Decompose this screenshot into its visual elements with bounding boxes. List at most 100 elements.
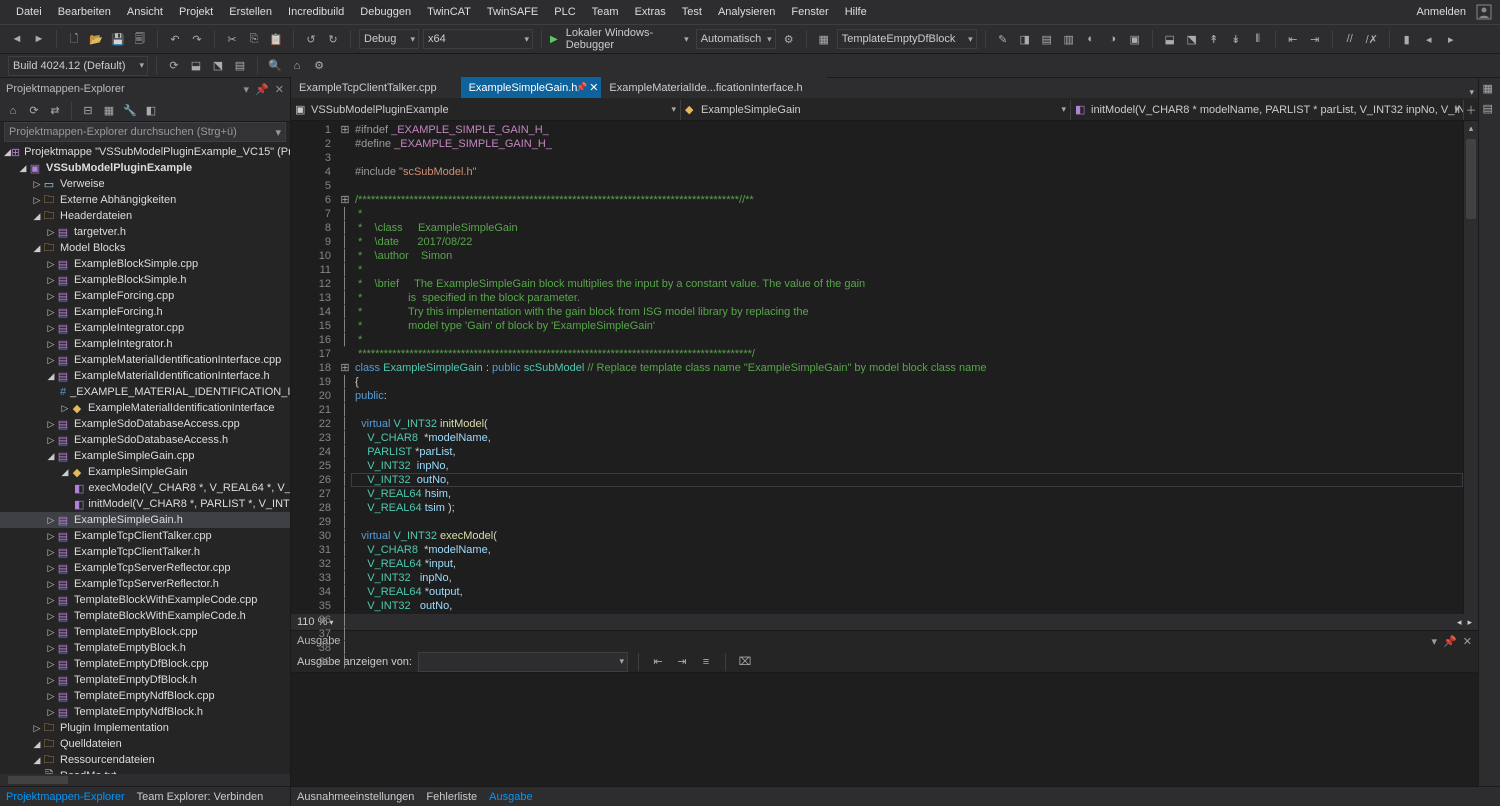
tree-item[interactable]: ▷▤ExampleIntegrator.h [0,336,290,352]
chevron-icon[interactable]: ▷ [32,195,42,206]
tool-c[interactable]: ▤ [1038,30,1056,48]
menu-ansicht[interactable]: Ansicht [119,0,171,24]
refresh-icon[interactable]: ⟳ [25,102,43,120]
solution-tree[interactable]: ◢⊞Projektmappe "VSSubModelPluginExample_… [0,142,290,774]
chevron-icon[interactable]: ▷ [46,595,56,606]
bottom-tab[interactable]: Ausnahmeeinstellungen [297,791,414,803]
menu-bearbeiten[interactable]: Bearbeiten [50,0,119,24]
nav-fwd-icon[interactable]: ► [30,30,48,48]
tree-item[interactable]: ◧initModel(V_CHAR8 *, PARLIST *, V_INT32… [0,496,290,512]
chevron-icon[interactable]: ▷ [60,403,70,414]
chevron-icon[interactable]: ▷ [46,355,56,366]
chevron-icon[interactable]: ▷ [46,627,56,638]
build-combo[interactable]: Build 4024.12 (Default) [8,56,148,76]
chevron-icon[interactable]: ◢ [32,243,42,254]
comment-icon[interactable]: // [1341,30,1359,48]
redo-icon[interactable]: ↷ [188,30,206,48]
chevron-icon[interactable]: ◢ [46,451,56,462]
tc-tool-1[interactable]: ⟳ [165,57,183,75]
tc-tool-7[interactable]: ⚙ [310,57,328,75]
panel-close-icon[interactable]: ✕ [275,83,284,96]
explorer-search[interactable]: Projektmappen-Explorer durchsuchen (Strg… [4,122,286,142]
chevron-icon[interactable]: ▷ [46,579,56,590]
tree-item[interactable]: ◧execModel(V_CHAR8 *, V_REAL64 *, V_INT3… [0,480,290,496]
chevron-icon[interactable]: ▷ [46,563,56,574]
nav-class-combo[interactable]: ◆ ExampleSimpleGain [681,100,1071,120]
properties-icon[interactable]: 🔧 [121,102,139,120]
sync-icon[interactable]: ⇄ [46,102,64,120]
tool-e[interactable]: ◐ [1082,30,1100,48]
nav-back-icon[interactable]: ◄ [8,30,26,48]
chevron-icon[interactable]: ▷ [46,643,56,654]
output-dropdown-icon[interactable]: ▾ [1432,635,1438,648]
tc-tool-5[interactable]: 🔍 [266,57,284,75]
tree-item[interactable]: ◢▤ExampleMaterialIdentificationInterface… [0,368,290,384]
menu-datei[interactable]: Datei [8,0,50,24]
chevron-icon[interactable]: ▷ [46,659,56,670]
file-tab[interactable]: ExampleTcpClientTalker.cpp [291,77,461,98]
tree-item[interactable]: ◢🗀Ressourcendateien [0,752,290,768]
chevron-icon[interactable]: ▷ [46,531,56,542]
tc-icon-1[interactable]: ▦ [815,30,833,48]
menu-analysieren[interactable]: Analysieren [710,0,783,24]
tc-tool-3[interactable]: ⬔ [209,57,227,75]
template-combo[interactable]: TemplateEmptyDfBlock [837,29,977,49]
file-tab[interactable]: ExampleSimpleGain.h📌✕ [461,77,602,98]
user-icon[interactable] [1476,4,1492,20]
bm-next-icon[interactable]: ▸ [1442,30,1460,48]
chevron-icon[interactable]: ◢ [32,211,42,222]
tree-item[interactable]: ▷▤TemplateEmptyBlock.h [0,640,290,656]
chevron-icon[interactable]: ▷ [46,227,56,238]
debugger-combo[interactable]: Lokaler Windows-Debugger [562,29,692,49]
tree-item[interactable]: ▷▤ExampleForcing.h [0,304,290,320]
tc-tool-2[interactable]: ⬓ [187,57,205,75]
tree-item[interactable]: ▷▤ExampleSdoDatabaseAccess.h [0,432,290,448]
tree-item[interactable]: ▷▤ExampleTcpClientTalker.h [0,544,290,560]
new-file-icon[interactable]: 🗋 [65,30,83,48]
vertical-scrollbar[interactable]: ▴ [1463,121,1478,614]
cut-icon[interactable]: ✂ [223,30,241,48]
login-link[interactable]: Anmelden [1410,6,1472,18]
menu-twincat[interactable]: TwinCAT [419,0,479,24]
copy-icon[interactable]: ⎘ [245,30,263,48]
nav-plus-icon[interactable]: ＋ [1464,102,1478,118]
menu-hilfe[interactable]: Hilfe [837,0,875,24]
chevron-icon[interactable]: ▷ [46,275,56,286]
paste-icon[interactable]: 📋 [267,30,285,48]
chevron-icon[interactable]: ◢ [32,755,42,766]
fold-column[interactable]: ⊞⊞││││││││││⊞│││││││││││││││││││││ [339,121,351,614]
tool-j[interactable]: ↟ [1205,30,1223,48]
nav-member-combo[interactable]: ◧ initModel(V_CHAR8 * modelName, PARLIST… [1071,100,1464,120]
output-body[interactable] [291,673,1478,786]
chevron-icon[interactable]: ▷ [46,259,56,270]
tree-item[interactable]: ▷▤TemplateEmptyDfBlock.h [0,672,290,688]
tree-item[interactable]: ◢🗀Headerdateien [0,208,290,224]
chevron-icon[interactable]: ▷ [46,307,56,318]
tree-item[interactable]: ▷▤ExampleBlockSimple.cpp [0,256,290,272]
search-dropdown-icon[interactable]: ▾ [275,126,281,139]
tab-close-icon[interactable]: ✕ [589,81,598,94]
tree-item[interactable]: ◢▣VSSubModelPluginExample [0,160,290,176]
tree-item[interactable]: ▷▤TemplateBlockWithExampleCode.h [0,608,290,624]
chevron-icon[interactable]: ◢ [60,467,70,478]
menu-projekt[interactable]: Projekt [171,0,221,24]
tool-b[interactable]: ◨ [1016,30,1034,48]
tool-a[interactable]: ✎ [994,30,1012,48]
preview-icon[interactable]: ◧ [142,102,160,120]
out-tool-1[interactable]: ⇤ [649,653,667,671]
tool-g[interactable]: ▣ [1126,30,1144,48]
hscroll-right[interactable]: ▸ [1467,617,1472,628]
chevron-icon[interactable]: ▷ [46,675,56,686]
tool-k[interactable]: ↡ [1227,30,1245,48]
indent-dec-icon[interactable]: ⇤ [1284,30,1302,48]
tree-item[interactable]: ◢▤ExampleSimpleGain.cpp [0,448,290,464]
tree-item[interactable]: ▷▤TemplateBlockWithExampleCode.cpp [0,592,290,608]
redo2-icon[interactable]: ↻ [324,30,342,48]
menu-debuggen[interactable]: Debuggen [352,0,419,24]
solution-node[interactable]: ◢⊞Projektmappe "VSSubModelPluginExample_… [0,144,290,160]
menu-plc[interactable]: PLC [546,0,583,24]
chevron-icon[interactable]: ▷ [46,691,56,702]
dbg-icon[interactable]: ⚙ [780,30,798,48]
out-clear-icon[interactable]: ⌧ [736,653,754,671]
chevron-icon[interactable]: ▷ [46,435,56,446]
